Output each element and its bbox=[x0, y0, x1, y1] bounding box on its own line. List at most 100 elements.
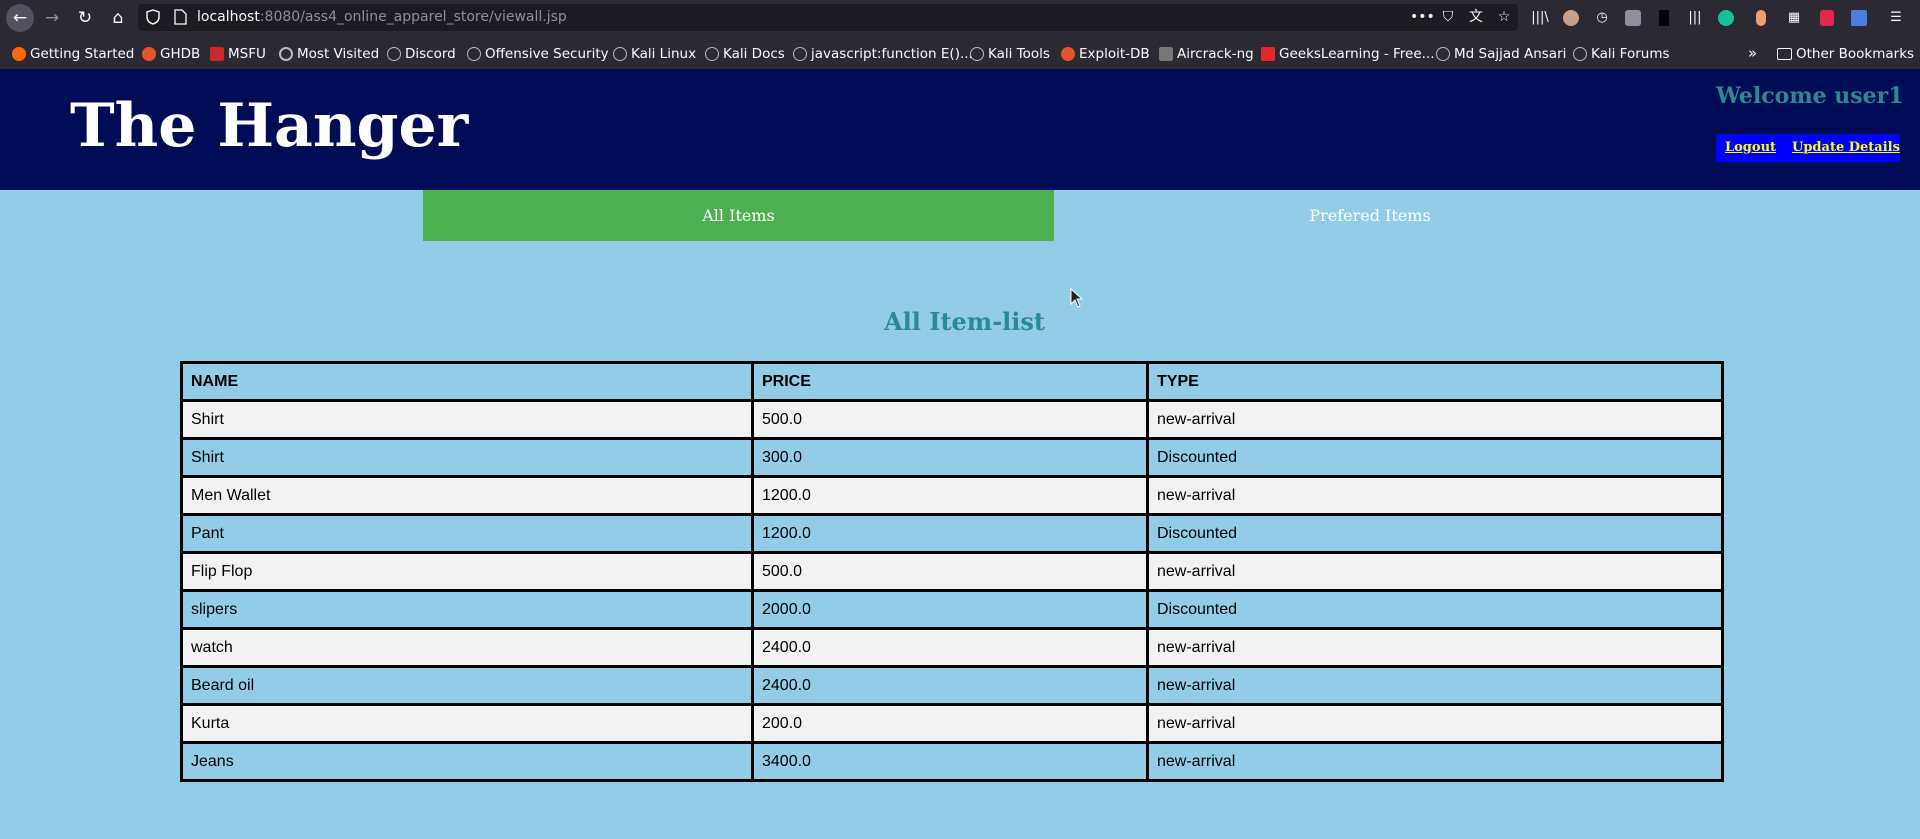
cell-price: 200.0 bbox=[751, 703, 1149, 744]
list-title: All Item-list bbox=[884, 307, 1045, 336]
cell-type: Discounted bbox=[1146, 513, 1724, 554]
shield-icon[interactable] bbox=[146, 9, 160, 25]
extension-icon[interactable] bbox=[1751, 8, 1771, 28]
firefox-icon bbox=[12, 47, 26, 61]
cell-name: Men Wallet bbox=[180, 475, 754, 516]
cell-type: new-arrival bbox=[1146, 627, 1724, 668]
exploit-icon bbox=[142, 47, 156, 61]
cell-price: 1200.0 bbox=[751, 513, 1149, 554]
bookmark-item[interactable]: Md Sajjad Ansari bbox=[1434, 43, 1566, 65]
browser-navbar: ← → ↻ ⌂ localhost:8080/ass4_online_appar… bbox=[0, 0, 1920, 35]
pocket-icon[interactable]: ⛉ bbox=[1438, 8, 1458, 26]
gear-icon bbox=[279, 47, 293, 61]
cell-name: Beard oil bbox=[180, 665, 754, 706]
forward-button[interactable]: → bbox=[38, 4, 66, 32]
back-button[interactable]: ← bbox=[6, 4, 34, 32]
cell-name: Pant bbox=[180, 513, 754, 554]
table-row: Men Wallet 1200.0 new-arrival bbox=[180, 475, 1724, 516]
table-row: slipers 2000.0 Discounted bbox=[180, 589, 1724, 630]
update-details-link[interactable]: Update Details bbox=[1792, 140, 1900, 155]
table-row: Shirt 500.0 new-arrival bbox=[180, 399, 1724, 440]
tab-prefered-items[interactable]: Prefered Items bbox=[1054, 190, 1686, 241]
bookmark-item[interactable]: MSFU bbox=[208, 43, 266, 65]
column-header-name: NAME bbox=[180, 361, 754, 402]
bookmark-item[interactable]: Exploit-DB bbox=[1059, 43, 1150, 65]
cell-type: new-arrival bbox=[1146, 703, 1724, 744]
bookmark-item[interactable]: Kali Docs bbox=[703, 43, 785, 65]
table-row: Pant 1200.0 Discounted bbox=[180, 513, 1724, 554]
translate-extension-icon[interactable] bbox=[1849, 8, 1869, 28]
bookmark-star-icon[interactable]: ☆ bbox=[1494, 8, 1514, 26]
cell-price: 500.0 bbox=[751, 551, 1149, 592]
cell-type: new-arrival bbox=[1146, 475, 1724, 516]
arrow-right-icon: → bbox=[44, 8, 60, 28]
extension-icon[interactable] bbox=[1623, 8, 1643, 28]
grammarly-icon[interactable] bbox=[1716, 8, 1736, 28]
geekslearning-icon bbox=[1261, 47, 1275, 61]
more-icon[interactable]: ••• bbox=[1410, 8, 1435, 26]
msfu-icon bbox=[210, 47, 224, 61]
cell-name: Shirt bbox=[180, 437, 754, 478]
arrow-left-icon: ← bbox=[12, 8, 28, 28]
cell-name: Flip Flop bbox=[180, 551, 754, 592]
bookmark-item[interactable]: GHDB bbox=[140, 43, 200, 65]
reload-button[interactable]: ↻ bbox=[71, 4, 99, 32]
cell-price: 500.0 bbox=[751, 399, 1149, 440]
header-links: Logout Update Details bbox=[1716, 134, 1900, 162]
copyright-icon bbox=[1436, 47, 1450, 61]
logout-link[interactable]: Logout bbox=[1725, 140, 1776, 155]
column-header-price: PRICE bbox=[751, 361, 1149, 402]
bookmark-item[interactable]: Discord bbox=[385, 43, 456, 65]
translate-icon[interactable]: 文 bbox=[1466, 8, 1486, 26]
chevron-double-right-icon[interactable]: » bbox=[1748, 44, 1757, 62]
cell-name: watch bbox=[180, 627, 754, 668]
cell-type: Discounted bbox=[1146, 437, 1724, 478]
mouse-cursor-icon bbox=[1070, 288, 1084, 308]
table-row: watch 2400.0 new-arrival bbox=[180, 627, 1724, 668]
account-icon[interactable] bbox=[1561, 8, 1581, 28]
cell-type: new-arrival bbox=[1146, 741, 1724, 782]
globe-icon bbox=[387, 47, 401, 61]
bookmark-item[interactable]: javascript:function E()... bbox=[791, 43, 973, 65]
bookmark-item[interactable]: Offensive Security bbox=[465, 43, 609, 65]
cell-price: 2400.0 bbox=[751, 627, 1149, 668]
table-row: Jeans 3400.0 new-arrival bbox=[180, 741, 1724, 782]
bookmark-item[interactable]: Kali Tools bbox=[968, 43, 1050, 65]
table-row: Shirt 300.0 Discounted bbox=[180, 437, 1724, 478]
cell-type: Discounted bbox=[1146, 589, 1724, 630]
page-icon bbox=[174, 9, 187, 25]
table-row: Kurta 200.0 new-arrival bbox=[180, 703, 1724, 744]
history-icon[interactable]: ◷ bbox=[1592, 8, 1612, 28]
bookmarks-bar: Getting Started GHDB MSFU Most Visited D… bbox=[0, 41, 1920, 69]
globe-icon bbox=[970, 47, 984, 61]
bookmark-item[interactable]: Getting Started bbox=[10, 43, 134, 65]
cell-type: new-arrival bbox=[1146, 399, 1724, 440]
welcome-text: Welcome user1 bbox=[1716, 83, 1904, 109]
site-title: The Hanger bbox=[70, 91, 469, 161]
cell-name: slipers bbox=[180, 589, 754, 630]
bookmark-item[interactable]: Most Visited bbox=[277, 43, 379, 65]
hamburger-menu-icon[interactable]: ☰ bbox=[1886, 8, 1906, 28]
extension-icon[interactable] bbox=[1817, 8, 1837, 28]
column-header-type: TYPE bbox=[1146, 361, 1724, 402]
table-row: Beard oil 2400.0 new-arrival bbox=[180, 665, 1724, 706]
globe-icon bbox=[467, 47, 481, 61]
cell-price: 3400.0 bbox=[751, 741, 1149, 782]
library-icon[interactable]: |||\ bbox=[1530, 8, 1550, 28]
other-bookmarks[interactable]: Other Bookmarks bbox=[1776, 43, 1914, 65]
bookmark-item[interactable]: Kali Forums bbox=[1571, 43, 1670, 65]
bookmark-item[interactable]: Kali Linux bbox=[611, 43, 696, 65]
extension-icon[interactable] bbox=[1654, 8, 1674, 28]
globe-icon bbox=[1573, 47, 1587, 61]
item-table: NAME PRICE TYPE Shirt 500.0 new-arrival … bbox=[180, 361, 1724, 782]
extension-icon[interactable]: ||| bbox=[1685, 8, 1705, 28]
url-host: localhost bbox=[197, 9, 260, 25]
tab-all-items[interactable]: All Items bbox=[423, 190, 1054, 241]
extension-icon[interactable]: ▦ bbox=[1784, 8, 1804, 28]
url-path: :8080/ass4_online_apparel_store/viewall.… bbox=[259, 9, 567, 25]
exploit-icon bbox=[1061, 47, 1075, 61]
bookmark-item[interactable]: GeeksLearning - Free... bbox=[1259, 43, 1435, 65]
bookmark-item[interactable]: Aircrack-ng bbox=[1157, 43, 1254, 65]
url-text[interactable]: localhost:8080/ass4_online_apparel_store… bbox=[197, 9, 567, 25]
home-button[interactable]: ⌂ bbox=[104, 4, 132, 32]
